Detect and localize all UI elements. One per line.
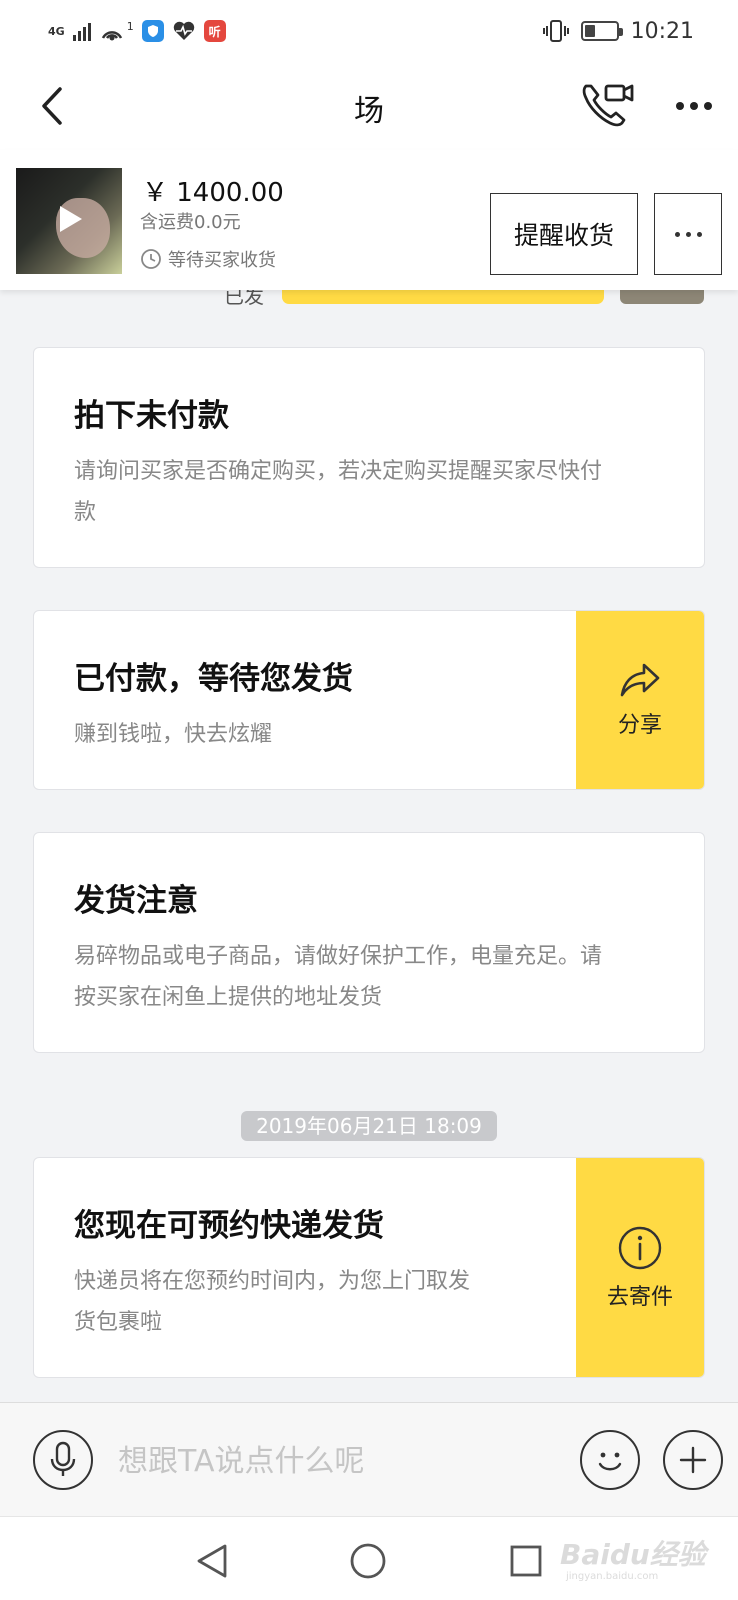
watermark-url: jingyan.baidu.com [566, 1571, 659, 1582]
more-button[interactable] [668, 86, 720, 126]
card-desc-line1: 快递员将在您预约时间内，为您上门取发 [74, 1269, 471, 1294]
more-dot [685, 231, 691, 237]
card-title: 您现在可预约快递发货 [74, 1208, 384, 1244]
vibrate-icon [542, 20, 569, 42]
card-desc-line1: 易碎物品或电子商品，请做好保护工作，电量充足。请 [74, 944, 603, 969]
plus-button[interactable] [663, 1430, 723, 1490]
paid-card: 已付款，等待您发货 赚到钱啦，快去炫耀 分享 [33, 610, 705, 790]
listen-app-icon: 听 [203, 20, 226, 42]
status-bar: 4G 1 听 10:21 [0, 0, 738, 62]
order-more-button[interactable] [654, 193, 722, 275]
share-button[interactable]: 分享 [576, 611, 704, 789]
health-app-icon [173, 21, 194, 40]
product-video-thumbnail[interactable] [16, 168, 122, 274]
square-recents-icon [510, 1545, 542, 1577]
previous-message-peek: 已发 [0, 290, 738, 306]
shipping-notice-card: 发货注意 易碎物品或电子商品，请做好保护工作，电量充足。请 按买家在闲鱼上提供的… [33, 832, 705, 1053]
share-icon [620, 663, 660, 697]
emoji-button[interactable] [580, 1430, 640, 1490]
order-status: 等待买家收货 [140, 246, 276, 272]
go-send-label: 去寄件 [606, 1284, 673, 1310]
order-status-text: 等待买家收货 [168, 250, 276, 271]
network-label: 4G [48, 24, 65, 38]
battery-icon [580, 21, 623, 41]
system-recents-button[interactable] [504, 1539, 548, 1583]
watermark-text: Baidu经验 [560, 1538, 706, 1571]
card-desc-line2: 款 [74, 500, 97, 525]
clock: 10:21 [630, 18, 694, 44]
go-send-button[interactable]: 去寄件 [576, 1158, 704, 1377]
system-back-button[interactable] [190, 1539, 234, 1583]
call-button[interactable] [580, 80, 636, 132]
card-desc-line2: 货包裹啦 [74, 1310, 163, 1335]
more-dot [704, 102, 712, 110]
hotspot-icon [101, 31, 122, 41]
back-button[interactable] [28, 82, 76, 130]
info-icon [618, 1226, 662, 1269]
message-timestamp: 2019年06月21日 18:09 [241, 1111, 497, 1141]
card-desc: 赚到钱啦，快去炫耀 [74, 722, 273, 747]
card-title: 已付款，等待您发货 [74, 661, 353, 697]
card-desc-line1: 请询问买家是否确定购买，若决定购买提醒买家尽快付 [74, 459, 603, 484]
peek-photo [620, 290, 704, 304]
more-dots-icon [676, 102, 684, 110]
peek-yellow-bubble [282, 290, 604, 304]
unpaid-card: 拍下未付款 请询问买家是否确定购买，若决定购买提醒买家尽快付 款 [33, 347, 705, 568]
message-input[interactable] [118, 1433, 558, 1489]
message-input-bar [0, 1402, 738, 1516]
shield-app-icon [141, 20, 164, 42]
card-title: 拍下未付款 [74, 398, 229, 434]
remind-receipt-button[interactable]: 提醒收货 [490, 193, 638, 275]
order-price: ￥ 1400.00 [142, 178, 284, 208]
share-label: 分享 [617, 713, 662, 738]
chevron-left-icon [42, 87, 62, 125]
play-icon [60, 206, 82, 232]
battery-level [584, 25, 596, 37]
voice-button[interactable] [33, 1430, 93, 1490]
order-shipping: 含运费0.0元 [140, 212, 241, 233]
top-nav-bar: 场 [0, 62, 738, 150]
clock-icon [141, 249, 161, 269]
card-desc-line2: 按买家在闲鱼上提供的地址发货 [74, 985, 383, 1010]
more-dot [696, 231, 702, 237]
order-summary-bar: ￥ 1400.00 含运费0.0元 等待买家收货 提醒收货 [0, 150, 738, 290]
phone-video-icon [582, 84, 634, 127]
signal-icon [72, 21, 91, 41]
courier-card: 您现在可预约快递发货 快递员将在您预约时间内，为您上门取发 货包裹啦 去寄件 [33, 1157, 705, 1378]
more-dots-icon [674, 231, 680, 237]
circle-home-icon [350, 1543, 386, 1579]
more-dot [690, 102, 698, 110]
system-nav-bar: Baidu经验 jingyan.baidu.com [0, 1516, 738, 1600]
status-right: 10:21 [542, 18, 694, 44]
card-title: 发货注意 [74, 883, 198, 919]
peek-text: 已发 [224, 290, 264, 306]
baidu-watermark: Baidu经验 jingyan.baidu.com [560, 1529, 720, 1589]
plus-icon [679, 1446, 707, 1474]
triangle-back-icon [197, 1544, 227, 1578]
smiley-icon [598, 1452, 622, 1471]
sim-indicator: 1 [126, 20, 134, 33]
system-home-button[interactable] [346, 1539, 390, 1583]
status-left: 4G 1 听 [48, 20, 226, 42]
microphone-icon [50, 1441, 76, 1476]
